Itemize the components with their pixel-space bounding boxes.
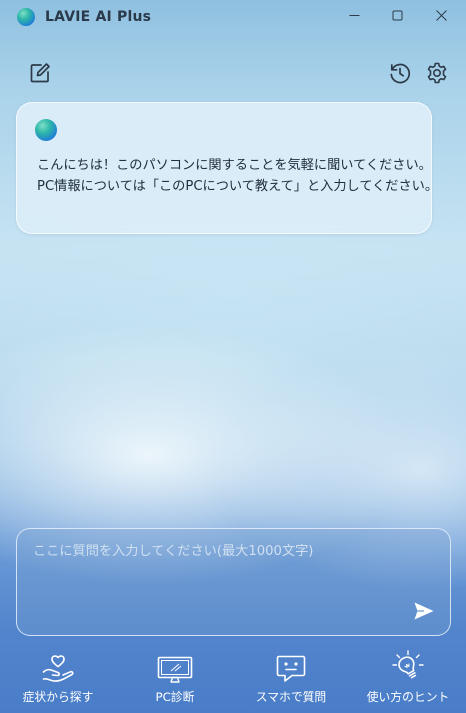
assistant-message-bubble: こんにちは！このパソコンに関することを気軽に聞いてください。 PC情報については…	[16, 102, 439, 234]
assistant-message-text: こんにちは！このパソコンに関することを気軽に聞いてください。 PC情報については…	[37, 155, 439, 197]
send-button[interactable]	[412, 599, 436, 623]
close-icon	[435, 9, 447, 21]
nav-item-usage-hints[interactable]: 使い方のヒント	[353, 648, 463, 710]
new-chat-button[interactable]	[29, 62, 51, 88]
nav-item-find-by-symptom[interactable]: 症状から探す	[3, 648, 113, 710]
question-input-placeholder: ここに質問を入力してください(最大1000文字)	[33, 544, 314, 559]
title-bar: LAVIE AI Plus	[0, 0, 466, 34]
lightbulb-icon	[392, 650, 424, 679]
minimize-icon	[349, 14, 359, 16]
monitor-icon	[157, 656, 193, 683]
nav-item-label: 使い方のヒント	[366, 690, 450, 704]
app-logo-icon	[17, 8, 35, 26]
nav-item-pc-diagnosis[interactable]: PC診断	[120, 648, 230, 710]
nav-item-label: 症状から探す	[22, 690, 94, 704]
assistant-avatar-icon	[35, 119, 57, 141]
history-button[interactable]	[388, 61, 412, 89]
question-input[interactable]: ここに質問を入力してください(最大1000文字)	[16, 528, 451, 636]
assistant-message-line: PC情報については「このPCについて教えて」と入力してください。	[37, 179, 439, 194]
nav-item-label: スマホで質問	[255, 690, 327, 704]
settings-button[interactable]	[425, 61, 449, 89]
maximize-button[interactable]	[377, 2, 417, 28]
bottom-navigation: 症状から探す PC診断 スマホで質問 使い方のヒント	[0, 648, 466, 713]
gear-icon	[427, 62, 447, 84]
close-button[interactable]	[421, 2, 461, 28]
nav-item-label: PC診断	[155, 690, 195, 704]
maximize-icon	[392, 10, 402, 20]
chat-bubble-icon	[276, 655, 306, 682]
history-icon	[390, 63, 411, 84]
send-icon	[414, 602, 434, 620]
app-title: LAVIE AI Plus	[45, 9, 152, 25]
nav-item-ask-by-smartphone[interactable]: スマホで質問	[236, 648, 346, 710]
edit-icon	[30, 63, 50, 83]
hand-heart-icon	[42, 655, 74, 682]
assistant-message-line: こんにちは！このパソコンに関することを気軽に聞いてください。	[37, 158, 432, 173]
minimize-button[interactable]	[334, 2, 374, 28]
